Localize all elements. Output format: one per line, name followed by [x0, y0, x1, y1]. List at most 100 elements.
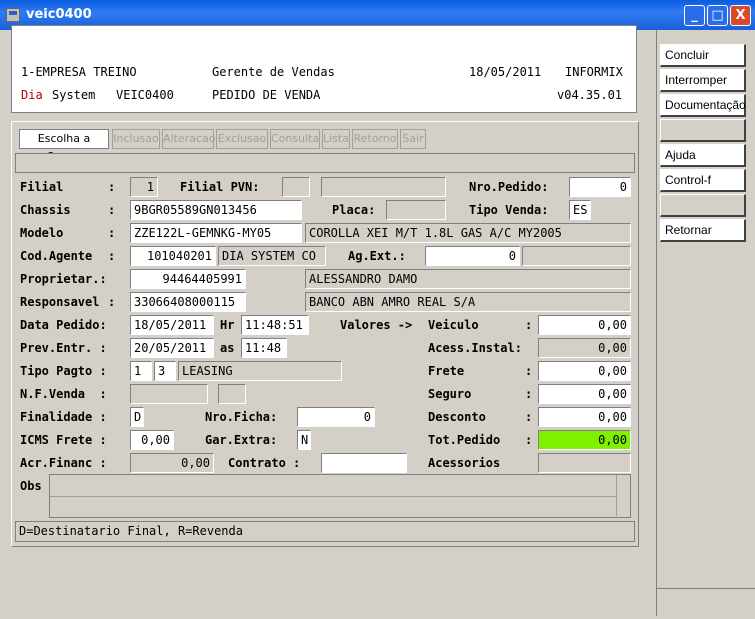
finalidade-label: Finalidade : [20, 410, 107, 424]
as-label: as [220, 341, 235, 355]
gar-extra-label: Gar.Extra: [205, 433, 278, 447]
cod-agente-desc: DIA SYSTEM CO [218, 246, 326, 266]
acessorios-label: Acessorios [428, 456, 501, 470]
colon: : [108, 226, 116, 240]
filial-pvn-desc [321, 177, 446, 197]
acessorios-field [538, 453, 631, 473]
data-pedido-label: Data Pedido: [20, 318, 107, 332]
program-code: VEIC0400 [116, 88, 174, 102]
responsavel-desc: BANCO ABN AMRO REAL S/A [305, 292, 631, 312]
acr-financ-field: 0,00 [130, 453, 214, 473]
chassis-field[interactable]: 9BGR05589GN013456 [130, 200, 302, 220]
retornar-button[interactable]: Retornar [660, 219, 746, 242]
brand-system: System [52, 88, 96, 102]
minimize-button[interactable]: _ [684, 5, 705, 26]
colon: : [108, 249, 116, 263]
hr-label: Hr [220, 318, 235, 332]
filial-field[interactable]: 1 [130, 177, 158, 197]
modelo-desc: COROLLA XEI M/T 1.8L GAS A/C MY2005 [305, 223, 631, 243]
window-title: veic0400 [26, 7, 92, 22]
control-f-button[interactable]: Control-f [660, 169, 746, 192]
gar-extra-field[interactable]: N [297, 430, 311, 450]
contrato-field[interactable] [321, 453, 407, 473]
tab-lista[interactable]: Lista [322, 129, 350, 149]
header-date: 18/05/2011 [469, 65, 542, 79]
filial-label: Filial [20, 180, 64, 194]
user-role: Gerente de Vendas [212, 65, 335, 79]
colon: : [525, 318, 533, 332]
frete-field[interactable]: 0,00 [538, 361, 631, 381]
veiculo-field[interactable]: 0,00 [538, 315, 631, 335]
side-panel-separator [656, 588, 755, 589]
data-pedido-field[interactable]: 18/05/2011 [130, 315, 214, 335]
colon: : [108, 180, 116, 194]
seguro-label: Seguro [428, 387, 472, 401]
icms-frete-field[interactable]: 0,00 [130, 430, 174, 450]
tab-inclusao[interactable]: Inclusao [112, 129, 160, 149]
desconto-field[interactable]: 0,00 [538, 407, 631, 427]
responsavel-field[interactable]: 33066408000115 [130, 292, 246, 312]
tipo-pagto-field-2[interactable]: 3 [154, 361, 176, 381]
nro-ficha-field[interactable]: 0 [297, 407, 375, 427]
acess-instal-field: 0,00 [538, 338, 631, 358]
valores-label: Valores -> [340, 318, 413, 332]
ajuda-button[interactable]: Ajuda [660, 144, 746, 167]
tab-alteracao[interactable]: Alteracao [162, 129, 215, 149]
hr-field[interactable]: 11:48:51 [241, 315, 309, 335]
chassis-label: Chassis [20, 203, 71, 217]
filial-pvn-field[interactable] [282, 177, 310, 197]
tot-pedido-field: 0,00 [538, 430, 631, 450]
as-field[interactable]: 11:48 [241, 338, 287, 358]
frete-label: Frete [428, 364, 465, 378]
desconto-label: Desconto [428, 410, 486, 424]
modelo-field[interactable]: ZZE122L-GEMNKG-MY05 [130, 223, 302, 243]
ag-ext-label: Ag.Ext.: [348, 249, 406, 263]
colon: : [525, 387, 533, 401]
nro-pedido-field[interactable]: 0 [569, 177, 631, 197]
tot-pedido-label: Tot.Pedido [428, 433, 501, 447]
obs-textarea[interactable] [49, 474, 631, 518]
finalidade-field[interactable]: D [130, 407, 144, 427]
nro-pedido-label: Nro.Pedido: [469, 180, 549, 194]
blank-button-1[interactable] [660, 119, 746, 142]
tab-exclusao[interactable]: Exclusao [216, 129, 268, 149]
tab-escolha[interactable]: Escolha a Opcao [19, 129, 109, 163]
proprietar-label: Proprietar.: [20, 272, 107, 286]
tipo-pagto-label: Tipo Pagto : [20, 364, 107, 378]
obs-label: Obs [20, 479, 42, 493]
prev-entr-field[interactable]: 20/05/2011 [130, 338, 214, 358]
documentacao-button[interactable]: Documentação [660, 94, 746, 117]
close-button[interactable]: X [730, 5, 751, 26]
tipo-venda-field[interactable]: ES [569, 200, 591, 220]
interromper-button[interactable]: Interromper [660, 69, 746, 92]
tab-consulta[interactable]: Consulta [270, 129, 320, 149]
nro-ficha-label: Nro.Ficha: [205, 410, 278, 424]
acr-financ-label: Acr.Financ : [20, 456, 107, 470]
colon: : [108, 295, 116, 309]
nf-venda-serie[interactable] [218, 384, 246, 404]
colon: : [108, 203, 116, 217]
cod-agente-label: Cod.Agente [20, 249, 93, 263]
concluir-button[interactable]: Concluir [660, 44, 746, 67]
tab-sair[interactable]: Sair [400, 129, 426, 149]
program-version: v04.35.01 [557, 88, 623, 102]
proprietar-field[interactable]: 94464405991 [130, 269, 246, 289]
blank-button-2[interactable] [660, 194, 746, 217]
obs-scrollbar[interactable] [616, 475, 630, 516]
icms-frete-label: ICMS Frete : [20, 433, 107, 447]
maximize-button[interactable]: □ [707, 5, 728, 26]
tipo-venda-label: Tipo Venda: [469, 203, 549, 217]
placa-field[interactable] [386, 200, 446, 220]
seguro-field[interactable]: 0,00 [538, 384, 631, 404]
cod-agente-field[interactable]: 101040201 [130, 246, 216, 266]
tab-retorno[interactable]: Retorno [352, 129, 398, 149]
obs-divider [50, 496, 616, 497]
placa-label: Placa: [332, 203, 376, 217]
header-db: INFORMIX [565, 65, 623, 79]
prev-entr-label: Prev.Entr. : [20, 341, 107, 355]
tipo-pagto-field-1[interactable]: 1 [130, 361, 152, 381]
nf-venda-field[interactable] [130, 384, 208, 404]
ag-ext-field[interactable]: 0 [425, 246, 520, 266]
contrato-label: Contrato : [228, 456, 301, 470]
veiculo-label: Veiculo [428, 318, 479, 332]
